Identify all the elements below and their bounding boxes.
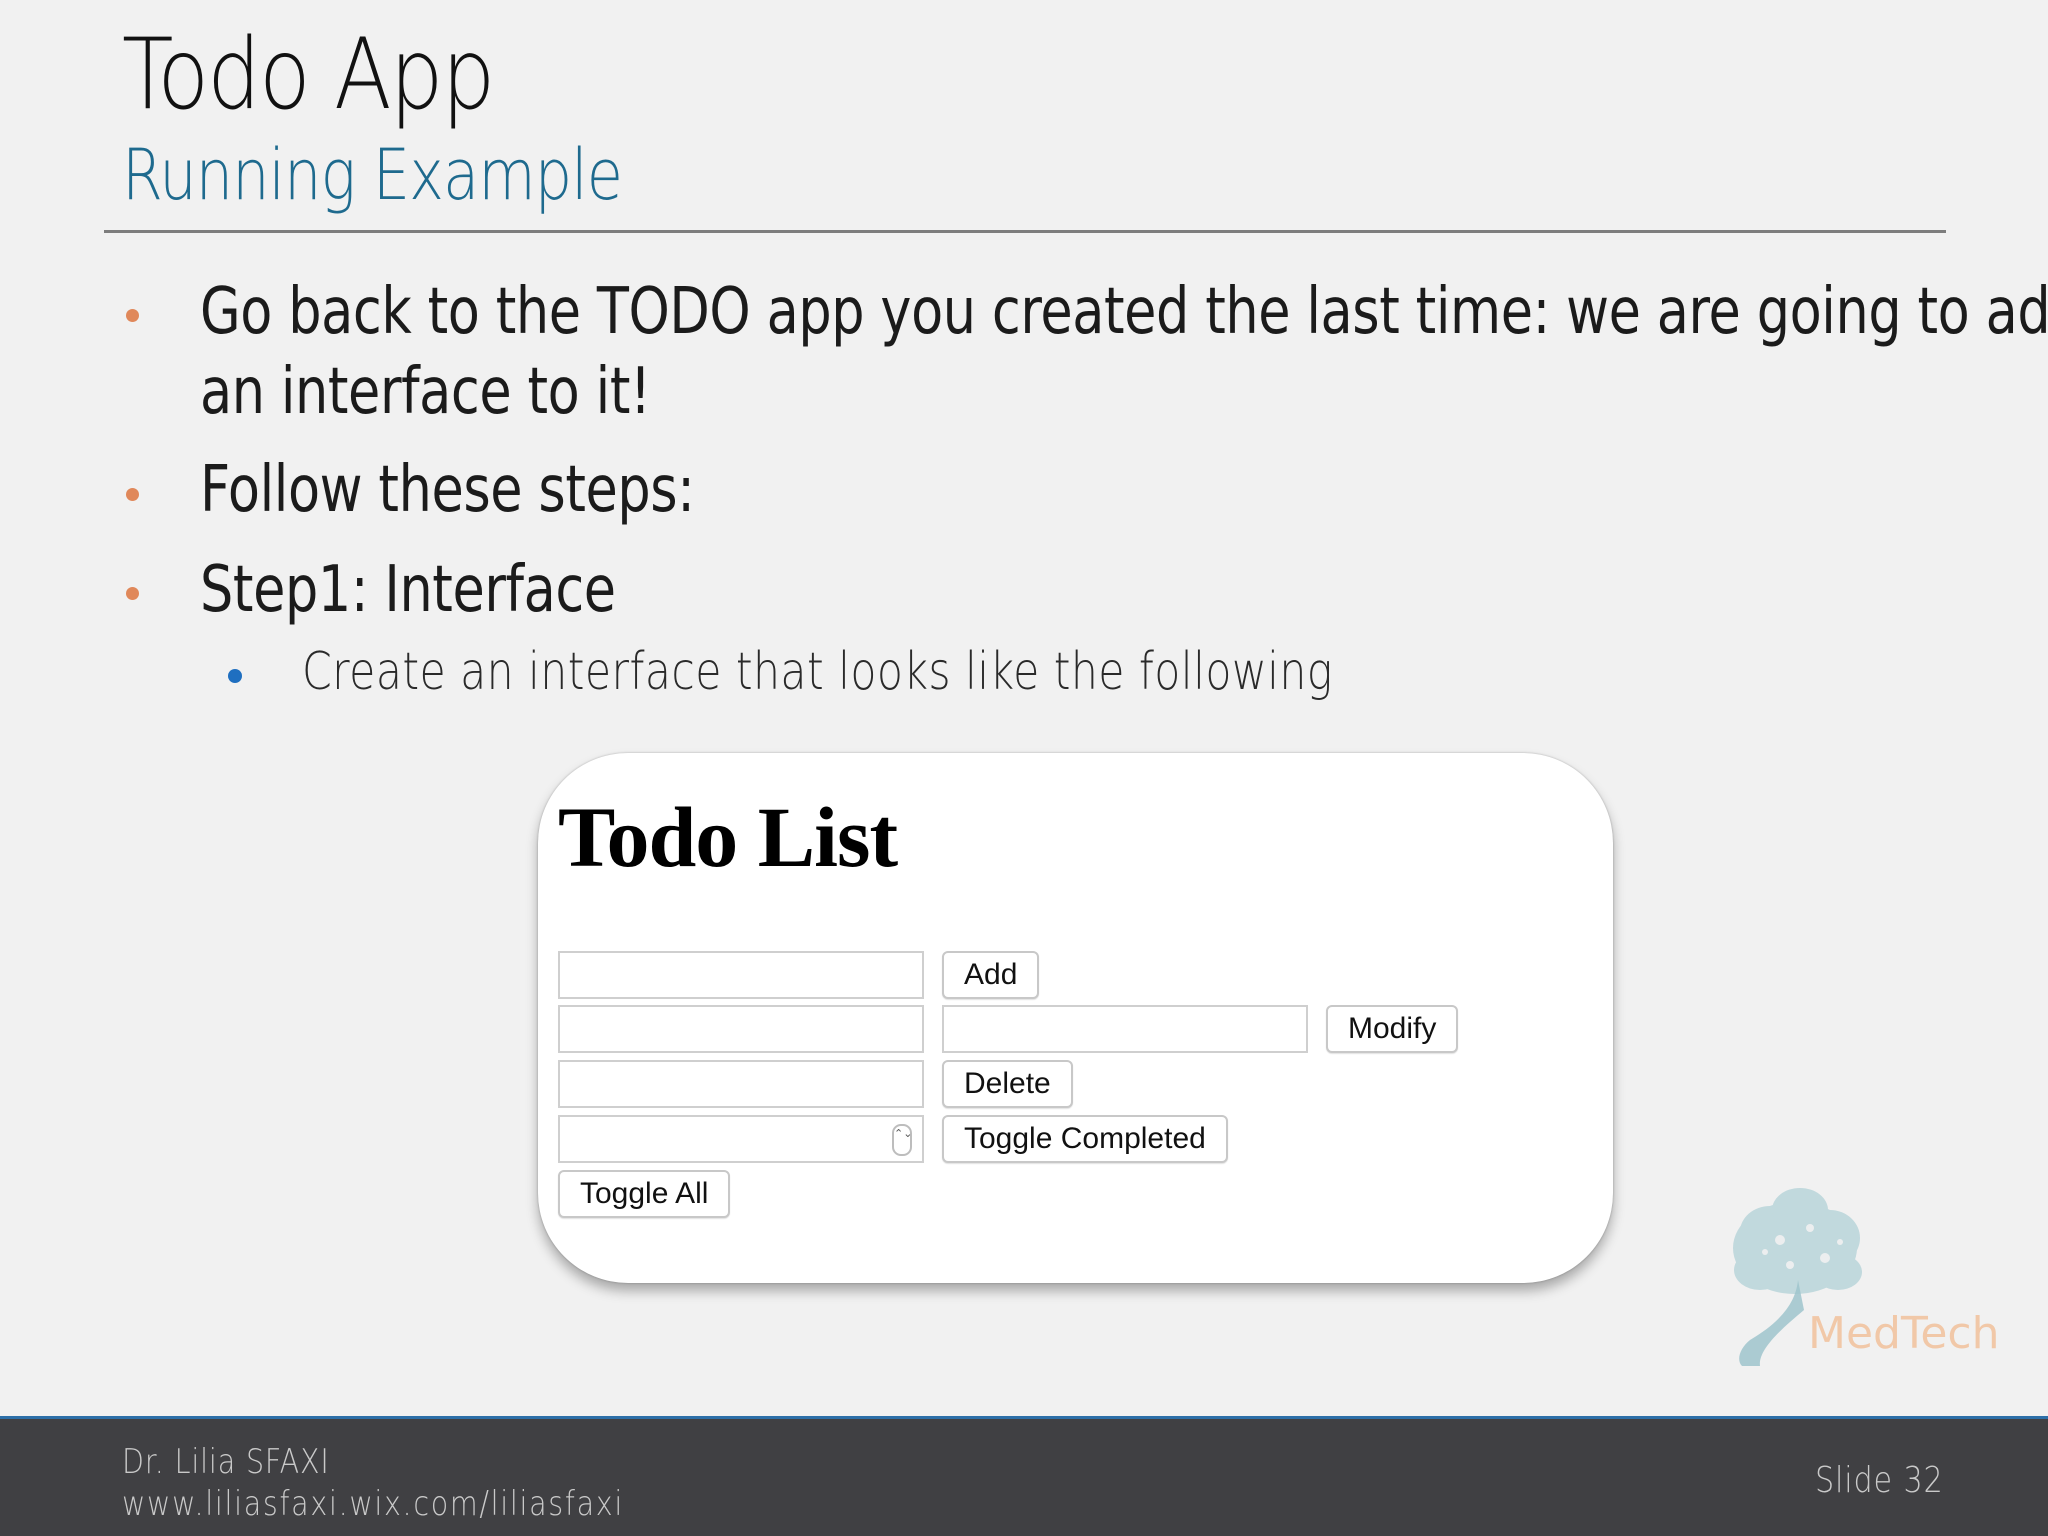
add-button[interactable]: Add [942,951,1040,999]
title-divider [104,230,1946,233]
modify-button[interactable]: Modify [1326,1005,1459,1053]
todo-list-heading: Todo List [558,789,898,885]
slide-number: Slide 32 [1815,1460,1944,1501]
bullet-1-line-1: Go back to the TODO app you created the … [200,275,2048,349]
modify-index-input[interactable] [558,1005,924,1053]
todo-list-screenshot: Todo List Add Modify Delete ⌃⌄ Toggle Co… [538,753,1613,1283]
sub-bullet-dot [228,669,242,683]
modify-text-input[interactable] [942,1005,1308,1053]
footer-url[interactable]: www.liliasfaxi.wix.com/liliasfaxi [122,1484,624,1524]
bullet-dot [126,309,139,322]
toggle-number-input[interactable]: ⌃⌄ [558,1115,924,1163]
bullet-1-line-2: an interface to it! [200,355,651,429]
slide-title: Todo App [122,18,495,132]
toggle-completed-button[interactable]: Toggle Completed [942,1115,1228,1163]
medtech-logo-text: MedTech [1808,1308,2000,1359]
slide-subtitle: Running Example [122,134,623,216]
add-input[interactable] [558,951,924,999]
slide: Todo App Running Example Go back to the … [0,0,2048,1536]
delete-button[interactable]: Delete [942,1060,1073,1108]
delete-input[interactable] [558,1060,924,1108]
bullet-dot [126,587,139,600]
number-stepper-icon[interactable]: ⌃⌄ [892,1124,912,1156]
bullet-2: Follow these steps: [200,453,695,527]
footer-author: Dr. Lilia SFAXI [122,1442,330,1482]
toggle-all-button[interactable]: Toggle All [558,1170,731,1218]
sub-bullet: Create an interface that looks like the … [302,642,1333,702]
bullet-dot [126,488,139,501]
bullet-3: Step1: Interface [200,553,616,627]
